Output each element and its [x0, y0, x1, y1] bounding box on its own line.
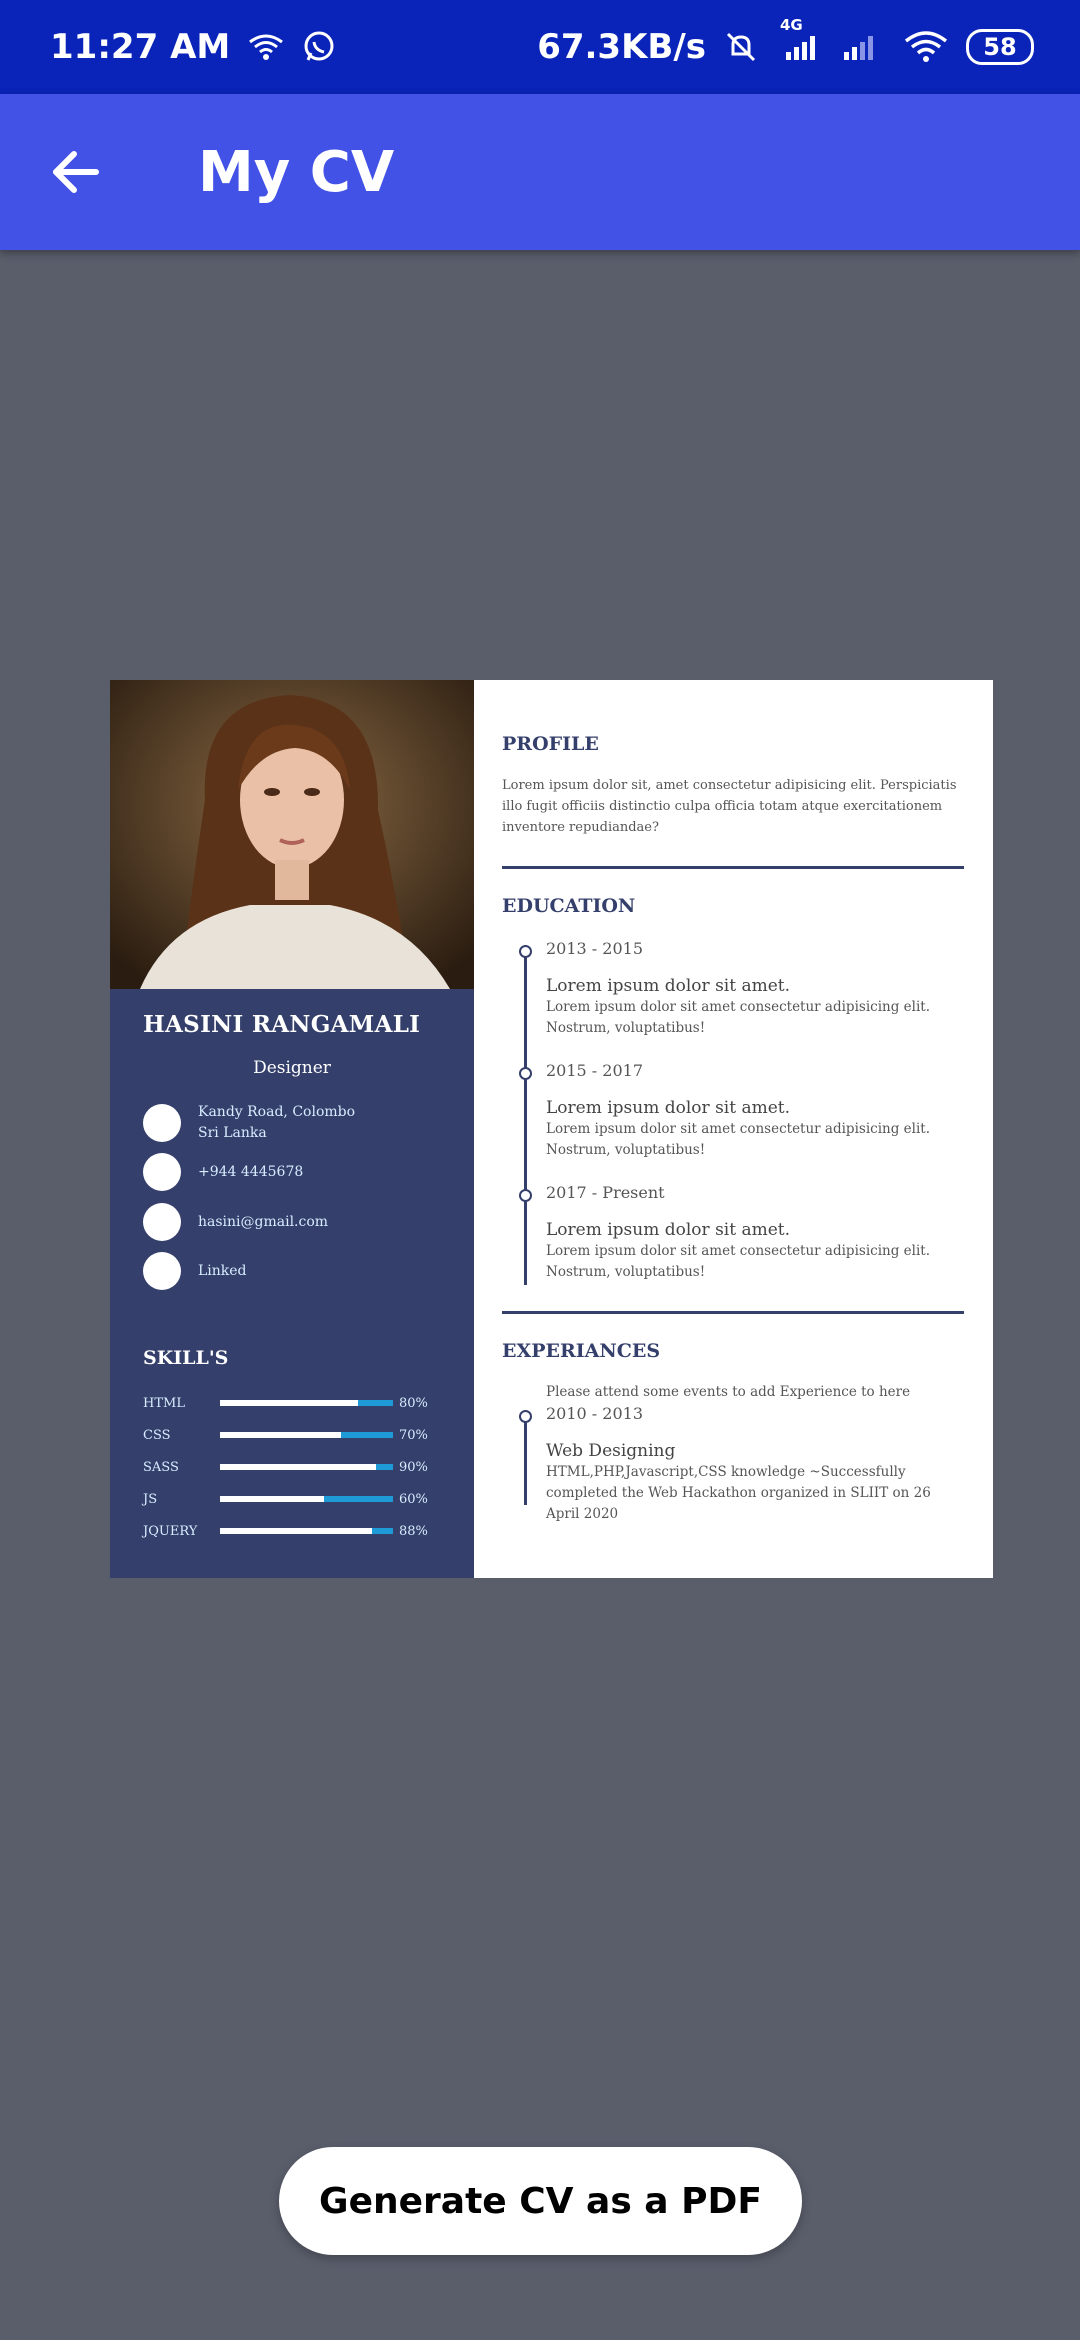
- skill-bar-fill: [220, 1432, 342, 1438]
- status-bar: 11:27 AM 67.3KB/s 4G 58: [0, 0, 1080, 94]
- contact-email: hasini@gmail.com: [143, 1203, 328, 1241]
- back-button[interactable]: [46, 142, 110, 202]
- email-icon: [143, 1203, 181, 1241]
- contact-linked: Linked: [143, 1252, 247, 1290]
- edu-date: 2015 - 2017: [546, 1061, 644, 1080]
- edu-heading: Lorem ipsum dolor sit amet.: [546, 1220, 791, 1240]
- skill-row: HTML 80%: [143, 1393, 443, 1413]
- status-time: 11:27 AM: [50, 27, 231, 67]
- phone-icon: [143, 1153, 181, 1191]
- experiences-title: EXPERIANCES: [502, 1340, 661, 1362]
- cv-main: PROFILE Lorem ipsum dolor sit, amet cons…: [474, 680, 993, 1578]
- page-title: My CV: [198, 140, 395, 205]
- experiences-note: Please attend some events to add Experie…: [546, 1384, 911, 1400]
- skill-row: JS 60%: [143, 1489, 443, 1509]
- skill-name: CSS: [143, 1427, 171, 1443]
- edu-date: 2013 - 2015: [546, 939, 644, 958]
- skill-percent: 60%: [399, 1491, 428, 1507]
- timeline-node: [519, 1189, 532, 1202]
- muted-bell-icon: [724, 30, 758, 64]
- generate-pdf-button[interactable]: Generate CV as a PDF: [279, 2147, 802, 2255]
- profile-title: PROFILE: [502, 733, 599, 755]
- skill-percent: 90%: [399, 1459, 428, 1475]
- contact-address: Kandy Road, Colombo Sri Lanka: [143, 1102, 355, 1144]
- location-icon: [143, 1104, 181, 1142]
- skill-percent: 88%: [399, 1523, 428, 1539]
- linked-text: Linked: [198, 1262, 247, 1279]
- skill-bar-fill: [220, 1400, 359, 1406]
- wifi-icon: [904, 31, 948, 63]
- battery-indicator: 58: [966, 29, 1034, 65]
- skill-name: SASS: [143, 1459, 179, 1475]
- cv-role: Designer: [253, 1058, 331, 1078]
- address-line-1: Kandy Road, Colombo: [198, 1104, 356, 1120]
- skills-title: SKILL'S: [143, 1347, 229, 1369]
- profile-text: Lorem ipsum dolor sit, amet consectetur …: [502, 778, 957, 835]
- skill-name: JS: [143, 1491, 158, 1507]
- network-speed: 67.3KB/s: [537, 27, 706, 67]
- profile-photo: [110, 680, 474, 989]
- timeline-node: [519, 1067, 532, 1080]
- skill-name: JQUERY: [143, 1523, 198, 1539]
- exp-heading: Web Designing: [546, 1441, 676, 1461]
- skill-row: SASS 90%: [143, 1457, 443, 1477]
- edu-heading: Lorem ipsum dolor sit amet.: [546, 976, 791, 996]
- skill-row: JQUERY 88%: [143, 1521, 443, 1541]
- contact-phone: +944 4445678: [143, 1153, 303, 1191]
- edu-desc: Lorem ipsum dolor sit amet consectetur a…: [546, 1243, 930, 1280]
- skill-bar-fill: [220, 1464, 376, 1470]
- experience-timeline: [524, 1415, 527, 1505]
- edu-desc: Lorem ipsum dolor sit amet consectetur a…: [546, 1121, 930, 1158]
- skill-bar: [220, 1496, 393, 1502]
- edu-desc: Lorem ipsum dolor sit amet consectetur a…: [546, 999, 930, 1036]
- arrow-left-icon: [46, 151, 110, 206]
- skill-bar-fill: [220, 1528, 373, 1534]
- cv-name: HASINI RANGAMALI: [143, 1011, 421, 1038]
- skill-bar: [220, 1464, 393, 1470]
- skill-row: CSS 70%: [143, 1425, 443, 1445]
- email-text: hasini@gmail.com: [198, 1213, 329, 1230]
- signal-icon: 4G: [776, 16, 886, 62]
- address-line-2: Sri Lanka: [198, 1125, 267, 1141]
- phone-text: +944 4445678: [198, 1163, 304, 1180]
- exp-date: 2010 - 2013: [546, 1404, 644, 1423]
- skill-bar: [220, 1528, 393, 1534]
- skill-percent: 70%: [399, 1427, 428, 1443]
- skill-percent: 80%: [399, 1395, 428, 1411]
- cv-sidebar: HASINI RANGAMALI Designer Kandy Road, Co…: [110, 680, 474, 1578]
- section-divider: [502, 1311, 964, 1314]
- whatsapp-icon: [302, 30, 336, 64]
- cv-preview: HASINI RANGAMALI Designer Kandy Road, Co…: [110, 680, 993, 1578]
- network-type: 4G: [780, 16, 803, 34]
- edu-heading: Lorem ipsum dolor sit amet.: [546, 1098, 791, 1118]
- education-timeline: [524, 950, 527, 1285]
- skill-bar: [220, 1400, 393, 1406]
- timeline-node: [519, 1410, 532, 1423]
- section-divider: [502, 866, 964, 869]
- skill-name: HTML: [143, 1395, 185, 1411]
- app-bar: My CV: [0, 94, 1080, 250]
- exp-desc: HTML,PHP,Javascript,CSS knowledge ~Succe…: [546, 1464, 931, 1522]
- timeline-node: [519, 945, 532, 958]
- wifi-calling-icon: [248, 32, 284, 62]
- skill-bar-fill: [220, 1496, 324, 1502]
- linkedin-icon: [143, 1252, 181, 1290]
- education-title: EDUCATION: [502, 895, 636, 917]
- edu-date: 2017 - Present: [546, 1183, 665, 1202]
- skill-bar: [220, 1432, 393, 1438]
